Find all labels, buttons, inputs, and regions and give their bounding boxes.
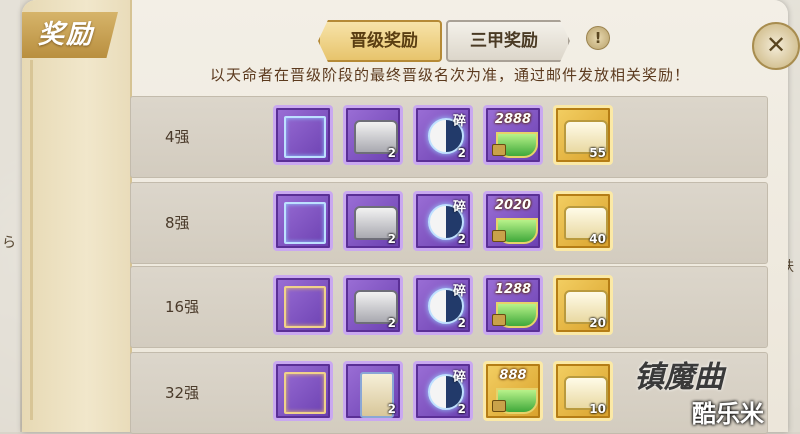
close-button[interactable]: ✕: [752, 22, 800, 70]
item-count: 2: [387, 402, 396, 416]
lock-icon: [492, 314, 506, 326]
tab-promotion-rewards[interactable]: 晋级奖励: [318, 20, 442, 62]
reward-item[interactable]: 碎2: [413, 275, 473, 335]
item-count: 2: [387, 316, 396, 330]
edge-text-left: ら: [2, 235, 16, 251]
side-ribbon: 奖励: [22, 0, 132, 432]
reward-item[interactable]: 2: [343, 105, 403, 165]
item-count: 20: [589, 316, 606, 330]
tab-top-three-rewards[interactable]: 三甲奖励: [446, 20, 570, 62]
item-count: 2: [387, 146, 396, 160]
item-count: 2: [457, 146, 466, 160]
reward-item[interactable]: 碎2: [413, 191, 473, 251]
reward-row: 16强 2 碎 2 1288 20: [130, 266, 768, 348]
item-count: 55: [589, 146, 606, 160]
reward-item[interactable]: 40: [553, 191, 613, 251]
item-amount: 2020: [494, 198, 532, 213]
reward-item[interactable]: 55: [553, 105, 613, 165]
panel-title: 奖励: [22, 12, 118, 58]
reward-row: 8强 2 碎 2 2020 40: [130, 182, 768, 264]
frame-icon: [284, 202, 326, 244]
reward-item[interactable]: 1288: [483, 275, 543, 335]
frame-icon: [284, 116, 326, 158]
item-amount: 1288: [494, 282, 532, 297]
background-left-edge: ら: [0, 0, 20, 432]
item-count: 2: [457, 232, 466, 246]
close-icon: ✕: [765, 31, 787, 59]
reward-notice: 以天命者在晋级阶段的最终晋级名次为准，通过邮件发放相关奖励！: [209, 66, 690, 84]
reward-item[interactable]: 2888: [483, 105, 543, 165]
reward-item[interactable]: 2: [343, 191, 403, 251]
watermark-logo: 镇魔曲: [634, 360, 724, 395]
reward-item[interactable]: [273, 275, 333, 335]
reward-item[interactable]: 碎2: [413, 105, 473, 165]
reward-item[interactable]: 2: [343, 275, 403, 335]
reward-item[interactable]: [273, 361, 333, 421]
row-rank-label: 8强: [165, 214, 190, 232]
item-count: 2: [457, 402, 466, 416]
reward-item[interactable]: 20: [553, 275, 613, 335]
reward-item[interactable]: [273, 191, 333, 251]
reward-item[interactable]: 2020: [483, 191, 543, 251]
lock-icon: [492, 230, 506, 242]
lock-icon: [492, 144, 506, 156]
reward-item[interactable]: 888: [483, 361, 543, 421]
reward-row: 4强 2 碎 2 2888 55: [130, 96, 768, 178]
fragment-tag: 碎: [452, 114, 466, 129]
item-count: 10: [589, 402, 606, 416]
item-count: 2: [387, 232, 396, 246]
fragment-tag: 碎: [452, 370, 466, 385]
item-count: 40: [589, 232, 606, 246]
item-amount: 2888: [494, 112, 532, 127]
watermark: 镇魔曲 酷乐米: [634, 352, 774, 428]
fragment-tag: 碎: [452, 200, 466, 215]
watermark-site: 酷乐米: [692, 400, 764, 428]
item-count: 2: [457, 316, 466, 330]
info-icon[interactable]: !: [586, 26, 610, 50]
gold-frame-icon: [284, 372, 326, 414]
reward-item[interactable]: 碎2: [413, 361, 473, 421]
item-amount: 888: [499, 368, 527, 383]
reward-item[interactable]: 2: [343, 361, 403, 421]
row-rank-label: 4强: [165, 128, 190, 146]
reward-item[interactable]: [273, 105, 333, 165]
lock-icon: [492, 400, 506, 412]
gold-frame-icon: [284, 286, 326, 328]
reward-item[interactable]: 10: [553, 361, 613, 421]
row-rank-label: 16强: [165, 298, 200, 316]
row-rank-label: 32强: [165, 384, 200, 402]
ribbon-stripe: [30, 60, 33, 420]
fragment-tag: 碎: [452, 284, 466, 299]
